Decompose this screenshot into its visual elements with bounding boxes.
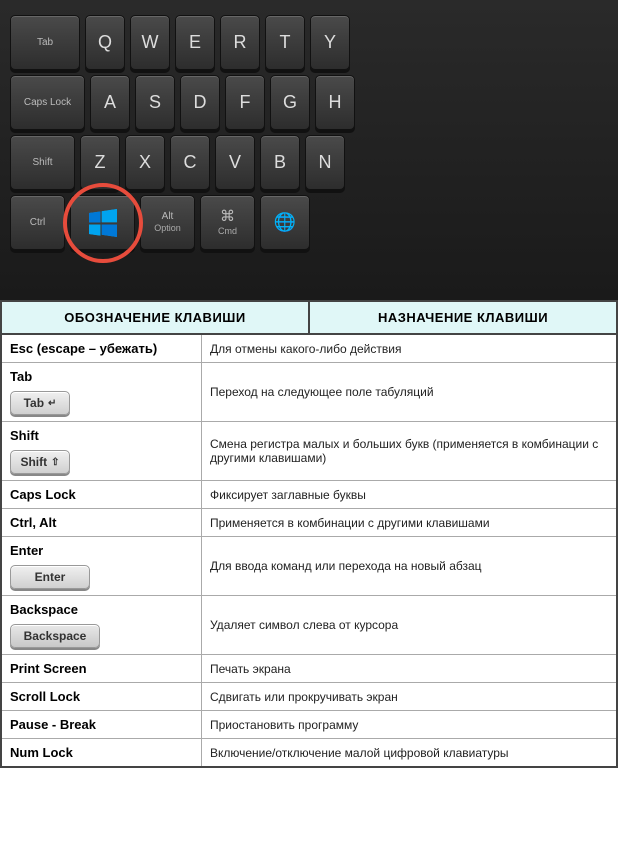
table-row: Tab Tab ↵ Переход на следующее поле табу…	[2, 363, 616, 422]
key-name-tab: Tab Tab ↵	[2, 363, 202, 421]
f-key[interactable]: F	[225, 75, 265, 130]
tab-visual-key: Tab ↵	[10, 391, 70, 415]
enter-visual-key-container: Enter	[10, 561, 90, 589]
g-key[interactable]: G	[270, 75, 310, 130]
key-name-shift: Shift Shift ⇧	[2, 422, 202, 480]
shift-left-key[interactable]: Shift	[10, 135, 75, 190]
z-key[interactable]: Z	[80, 135, 120, 190]
ctrl-key[interactable]: Ctrl	[10, 195, 65, 250]
table-row: Esc (escape – убежать) Для отмены какого…	[2, 335, 616, 363]
key-desc-scroll-lock: Сдвигать или прокручивать экран	[202, 683, 616, 710]
key-desc-caps: Фиксирует заглавные буквы	[202, 481, 616, 508]
key-name-scroll-lock: Scroll Lock	[2, 683, 202, 710]
enter-visual-key: Enter	[10, 565, 90, 589]
key-desc-tab: Переход на следующее поле табуляций	[202, 363, 616, 421]
key-desc-pause-break: Приостановить программу	[202, 711, 616, 738]
d-key[interactable]: D	[180, 75, 220, 130]
y-key[interactable]: Y	[310, 15, 350, 70]
w-key[interactable]: W	[130, 15, 170, 70]
backspace-visual-key: Backspace	[10, 624, 100, 648]
key-name-print-screen: Print Screen	[2, 655, 202, 682]
windows-option-key[interactable]	[70, 195, 135, 250]
t-key[interactable]: T	[265, 15, 305, 70]
keyboard-row-1: Tab Q W E R T Y	[10, 15, 608, 70]
option-key-wrapper	[70, 195, 135, 250]
r-key[interactable]: R	[220, 15, 260, 70]
table-row: Backspace Backspace Удаляет символ слева…	[2, 596, 616, 655]
a-key[interactable]: A	[90, 75, 130, 130]
keyboard-row-2: Caps Lock A S D F G H	[10, 75, 608, 130]
header-key-name: ОБОЗНАЧЕНИЕ КЛАВИШИ	[2, 302, 310, 333]
table-row: Pause - Break Приостановить программу	[2, 711, 616, 739]
key-desc-esc: Для отмены какого-либо действия	[202, 335, 616, 362]
key-name-num-lock: Num Lock	[2, 739, 202, 766]
table-row: Print Screen Печать экрана	[2, 655, 616, 683]
shift-visual-key-container: Shift ⇧	[10, 446, 70, 474]
q-key[interactable]: Q	[85, 15, 125, 70]
key-name-pause-break: Pause - Break	[2, 711, 202, 738]
s-key[interactable]: S	[135, 75, 175, 130]
key-desc-ctrl-alt: Применяется в комбинации с другими клави…	[202, 509, 616, 536]
keyboard-row-4: Ctrl Alt	[10, 195, 608, 250]
v-key[interactable]: V	[215, 135, 255, 190]
key-name-ctrl-alt: Ctrl, Alt	[2, 509, 202, 536]
table-row: Scroll Lock Сдвигать или прокручивать эк…	[2, 683, 616, 711]
key-desc-num-lock: Включение/отключение малой цифровой клав…	[202, 739, 616, 766]
table-row: Caps Lock Фиксирует заглавные буквы	[2, 481, 616, 509]
table-row: Enter Enter Для ввода команд или переход…	[2, 537, 616, 596]
key-desc-print-screen: Печать экрана	[202, 655, 616, 682]
key-desc-enter: Для ввода команд или перехода на новый а…	[202, 537, 616, 595]
x-key[interactable]: X	[125, 135, 165, 190]
keyboard-reference-table: ОБОЗНАЧЕНИЕ КЛАВИШИ НАЗНАЧЕНИЕ КЛАВИШИ E…	[0, 300, 618, 768]
b-key[interactable]: B	[260, 135, 300, 190]
c-key[interactable]: C	[170, 135, 210, 190]
n-key[interactable]: N	[305, 135, 345, 190]
windows-logo-icon	[89, 209, 117, 237]
table-row: Num Lock Включение/отключение малой цифр…	[2, 739, 616, 766]
table-row: Shift Shift ⇧ Смена регистра малых и бол…	[2, 422, 616, 481]
tab-key[interactable]: Tab	[10, 15, 80, 70]
backspace-visual-key-container: Backspace	[10, 620, 100, 648]
h-key[interactable]: H	[315, 75, 355, 130]
tab-visual-key-container: Tab ↵	[10, 387, 70, 415]
cmd-key[interactable]: ⌘ Cmd	[200, 195, 255, 250]
caps-lock-key[interactable]: Caps Lock	[10, 75, 85, 130]
key-desc-backspace: Удаляет символ слева от курсора	[202, 596, 616, 654]
keyboard-image: Tab Q W E R T Y Caps Lock A S D F G H Sh…	[0, 0, 618, 300]
key-name-enter: Enter Enter	[2, 537, 202, 595]
table-header: ОБОЗНАЧЕНИЕ КЛАВИШИ НАЗНАЧЕНИЕ КЛАВИШИ	[2, 302, 616, 335]
key-name-caps: Caps Lock	[2, 481, 202, 508]
keyboard-row-3: Shift Z X C V B N	[10, 135, 608, 190]
table-row: Ctrl, Alt Применяется в комбинации с дру…	[2, 509, 616, 537]
e-key[interactable]: E	[175, 15, 215, 70]
globe-key[interactable]: 🌐	[260, 195, 310, 250]
key-name-backspace: Backspace Backspace	[2, 596, 202, 654]
header-key-purpose: НАЗНАЧЕНИЕ КЛАВИШИ	[310, 302, 616, 333]
key-name-esc: Esc (escape – убежать)	[2, 335, 202, 362]
key-desc-shift: Смена регистра малых и больших букв (при…	[202, 422, 616, 480]
shift-visual-key: Shift ⇧	[10, 450, 70, 474]
alt-option-key[interactable]: Alt Option	[140, 195, 195, 250]
